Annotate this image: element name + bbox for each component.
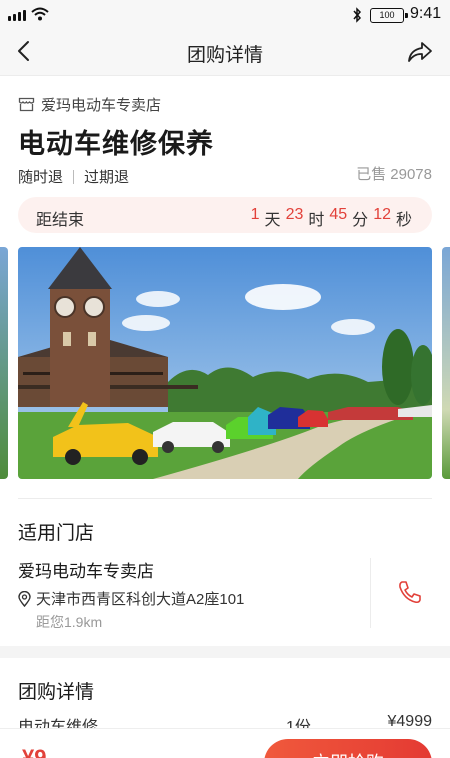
image-carousel[interactable] — [0, 247, 450, 479]
location-icon — [18, 590, 31, 607]
wifi-icon — [31, 7, 49, 21]
status-bar: 100 9:41 — [0, 0, 450, 30]
store-name: 爱玛电动车专卖店 — [41, 97, 162, 114]
countdown-label: 距结束 — [36, 212, 85, 229]
sold-count: 已售 29078 — [356, 163, 432, 184]
group-detail-title: 团购详情 — [18, 682, 95, 703]
bottom-bar: ¥9 立即抢购 — [0, 728, 450, 758]
store-address-text: 天津市西青区科创大道A2座101 — [36, 591, 245, 608]
bluetooth-icon — [353, 7, 362, 23]
countdown-banner: 距结束 1 天 23 时 45 分 12 秒 — [18, 197, 432, 233]
countdown-days: 1 — [250, 206, 260, 223]
buy-now-button[interactable]: 立即抢购 — [264, 739, 432, 758]
section-separator — [0, 646, 450, 658]
store-address[interactable]: 天津市西青区科创大道A2座101 — [18, 588, 244, 609]
countdown-seconds-unit: 秒 — [395, 212, 412, 229]
countdown-minutes-unit: 分 — [352, 212, 369, 229]
sold-label: 已售 — [356, 166, 387, 183]
divider — [18, 498, 432, 499]
nav-bar: 团购详情 — [0, 30, 450, 76]
signal-icon — [8, 10, 26, 21]
carousel-next-slide[interactable] — [442, 247, 450, 479]
countdown-timer: 1 天 23 时 45 分 12 秒 — [251, 206, 412, 230]
share-icon[interactable] — [406, 38, 434, 66]
countdown-seconds: 12 — [373, 206, 391, 223]
battery-icon: 100 — [370, 8, 408, 23]
countdown-minutes: 45 — [329, 206, 348, 223]
refund-expired-label: 过期退 — [84, 169, 130, 186]
sold-number: 29078 — [390, 166, 432, 183]
product-photo — [18, 247, 432, 479]
divider — [73, 169, 75, 184]
bottom-price: ¥9 — [22, 745, 47, 758]
store-icon — [18, 97, 35, 112]
refund-anytime-label: 随时退 — [18, 169, 64, 186]
phone-icon[interactable] — [396, 578, 424, 606]
countdown-hours: 23 — [285, 206, 304, 223]
status-time: 9:41 — [410, 5, 442, 22]
countdown-days-unit: 天 — [264, 212, 281, 229]
countdown-hours-unit: 时 — [308, 212, 325, 229]
carousel-main-image[interactable] — [18, 247, 432, 479]
applicable-store-name[interactable]: 爱玛电动车专卖店 — [18, 557, 154, 582]
product-title: 电动车维修保养 — [18, 129, 214, 159]
refund-policy: 随时退 过期退 — [18, 166, 129, 187]
store-header[interactable]: 爱玛电动车专卖店 — [18, 94, 161, 115]
divider — [370, 558, 371, 628]
applicable-store-title: 适用门店 — [18, 523, 95, 544]
carousel-prev-slide[interactable] — [0, 247, 8, 479]
store-distance: 距您1.9km — [36, 614, 103, 630]
page-title: 团购详情 — [186, 45, 263, 66]
